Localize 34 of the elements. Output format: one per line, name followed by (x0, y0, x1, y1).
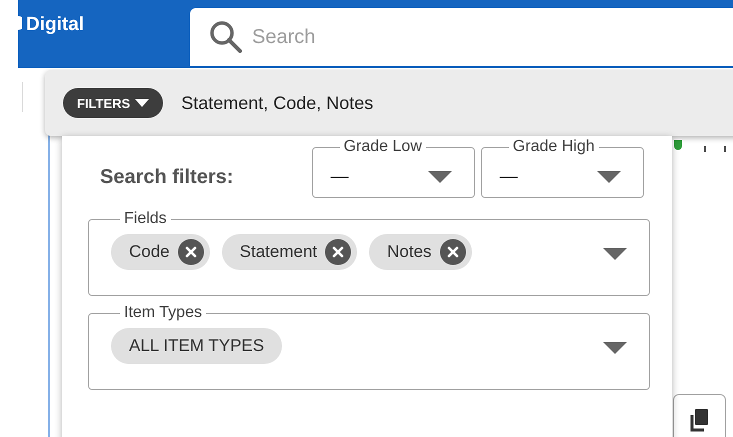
chip[interactable]: Notes (369, 234, 472, 270)
chip-label: Code (129, 242, 170, 262)
status-indicator (674, 140, 682, 150)
panel-title: Search filters: (100, 166, 234, 188)
select-label: Grade Low (342, 138, 423, 156)
multi-select[interactable]: Item Types ALL ITEM TYPES (88, 304, 650, 390)
chip[interactable]: Statement (222, 234, 358, 270)
select-value: — (500, 166, 518, 187)
filters-button[interactable]: FILTERS (63, 88, 164, 118)
select-label: Grade High (512, 138, 596, 156)
remove-icon[interactable] (325, 239, 352, 265)
brand-name: Digital (26, 14, 86, 36)
select-value: — (330, 166, 349, 187)
chip[interactable]: Code (111, 234, 210, 270)
chip-label: Statement (240, 242, 318, 262)
grade-select[interactable]: Grade Low — (312, 138, 475, 198)
search-icon (208, 19, 244, 55)
search-field[interactable]: Search (190, 8, 733, 66)
dropdown-arrow-icon (603, 342, 627, 354)
select-label: Item Types (123, 304, 203, 322)
remove-icon[interactable] (440, 239, 466, 265)
filter-summary: Statement, Code, Notes (181, 92, 374, 114)
chip[interactable]: ALL ITEM TYPES (111, 328, 282, 364)
caret-icon (135, 99, 150, 107)
copy-button[interactable] (673, 394, 726, 437)
dropdown-arrow-icon (603, 248, 627, 260)
dropdown-arrow-icon (428, 170, 452, 182)
remove-icon[interactable] (178, 239, 204, 265)
chip-label: ALL ITEM TYPES (129, 336, 264, 356)
grade-select[interactable]: Grade High — (480, 138, 644, 198)
dropdown-arrow-icon (596, 170, 621, 182)
multi-select[interactable]: Fields Code Statement Notes (88, 210, 650, 296)
select-label: Fields (123, 210, 168, 228)
chip-label: Notes (387, 242, 432, 262)
